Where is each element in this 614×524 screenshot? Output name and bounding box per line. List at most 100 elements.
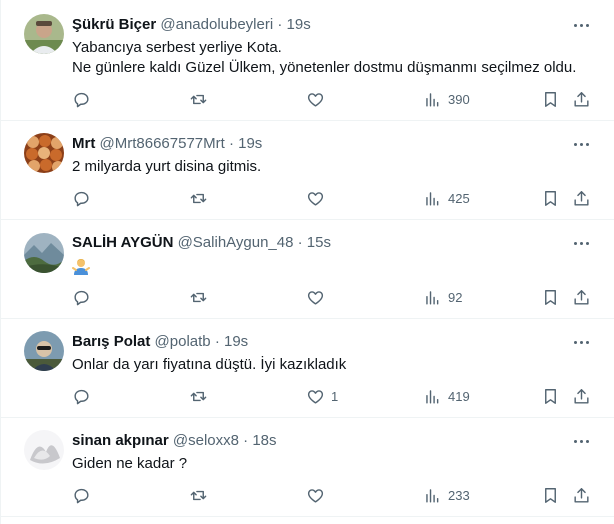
bookmark-icon — [545, 388, 556, 404]
share-button[interactable] — [572, 286, 591, 308]
analytics-icon — [426, 92, 439, 107]
like-button[interactable]: 1 — [306, 385, 338, 407]
views-button[interactable]: 233 — [423, 484, 470, 506]
reply-button[interactable] — [72, 187, 91, 209]
bookmark-button[interactable] — [541, 385, 560, 407]
views-button[interactable]: 425 — [423, 187, 470, 209]
retweet-button[interactable] — [189, 385, 208, 407]
tweet[interactable]: Şükrü Biçer @anadolubeyleri · 19s Yabanc… — [1, 0, 614, 121]
retweet-button[interactable] — [189, 187, 208, 209]
retweet-button[interactable] — [189, 88, 208, 110]
username[interactable]: @SalihAygun_48 — [178, 234, 294, 251]
retweet-icon — [190, 391, 207, 401]
like-button[interactable] — [306, 88, 331, 110]
more-options-icon[interactable] — [570, 431, 592, 451]
share-icon — [574, 91, 589, 107]
retweet-icon — [190, 94, 207, 104]
reply-button[interactable] — [72, 484, 91, 506]
heart-icon — [307, 290, 324, 305]
views-button[interactable]: 390 — [423, 88, 470, 110]
timestamp[interactable]: 18s — [252, 432, 276, 449]
bookmark-button[interactable] — [541, 88, 560, 110]
display-name[interactable]: Şükrü Biçer — [72, 16, 156, 33]
tweet-text: Yabancıya serbest yerliye Kota. Ne günle… — [72, 38, 594, 78]
share-button[interactable] — [572, 484, 591, 506]
display-name[interactable]: Mrt — [72, 135, 95, 152]
tweet[interactable]: sinan akpınar @seloxx8 · 18s Giden ne ka… — [1, 418, 614, 517]
separator-dot: · — [214, 333, 220, 350]
reply-button[interactable] — [72, 88, 91, 110]
person-shrugging-emoji — [72, 256, 90, 276]
reply-icon — [74, 488, 89, 503]
tweet[interactable]: Mrt @Mrt86667577Mrt · 19s 2 milyarda yur… — [1, 121, 614, 220]
avatar[interactable] — [24, 133, 64, 173]
retweet-icon — [190, 292, 207, 302]
view-count: 233 — [448, 487, 470, 503]
display-name[interactable]: SALİH AYGÜN — [72, 234, 173, 251]
tweet[interactable]: SALİH AYGÜN @SalihAygun_48 · 15s 92 — [1, 220, 614, 319]
bookmark-button[interactable] — [541, 187, 560, 209]
reply-button[interactable] — [72, 286, 91, 308]
timestamp[interactable]: 19s — [238, 135, 262, 152]
reply-icon — [74, 92, 89, 107]
bookmark-button[interactable] — [541, 286, 560, 308]
retweet-button[interactable] — [189, 484, 208, 506]
more-options-icon[interactable] — [570, 134, 592, 154]
tweet-actions: 92 — [72, 286, 596, 308]
username[interactable]: @seloxx8 — [173, 432, 239, 449]
bookmark-icon — [545, 289, 556, 305]
share-button[interactable] — [572, 385, 591, 407]
heart-icon — [307, 92, 324, 107]
timestamp[interactable]: 19s — [224, 333, 248, 350]
display-name[interactable]: sinan akpınar — [72, 432, 169, 449]
share-icon — [574, 190, 589, 206]
tweet-actions: 425 — [72, 187, 596, 209]
more-options-icon[interactable] — [570, 332, 592, 352]
tweet-header: sinan akpınar @seloxx8 · 18s — [72, 431, 574, 451]
view-count: 92 — [448, 289, 463, 305]
separator-dot: · — [243, 432, 249, 449]
retweet-icon — [190, 193, 207, 203]
views-button[interactable]: 419 — [423, 385, 470, 407]
more-options-icon[interactable] — [570, 233, 592, 253]
views-button[interactable]: 92 — [423, 286, 462, 308]
more-options-icon[interactable] — [570, 15, 592, 35]
username[interactable]: @Mrt86667577Mrt — [100, 135, 225, 152]
like-button[interactable] — [306, 286, 331, 308]
reply-feed: Şükrü Biçer @anadolubeyleri · 19s Yabanc… — [0, 0, 614, 524]
username[interactable]: @polatb — [155, 333, 211, 350]
view-count: 419 — [448, 388, 470, 404]
view-count: 425 — [448, 190, 470, 206]
share-button[interactable] — [572, 88, 591, 110]
avatar[interactable] — [24, 233, 64, 273]
bookmark-icon — [545, 190, 556, 206]
bookmark-icon — [545, 91, 556, 107]
analytics-icon — [426, 389, 439, 404]
like-button[interactable] — [306, 484, 331, 506]
avatar[interactable] — [24, 430, 64, 470]
reply-button[interactable] — [72, 385, 91, 407]
timestamp[interactable]: 15s — [307, 234, 331, 251]
like-button[interactable] — [306, 187, 331, 209]
tweet-actions: 390 — [72, 88, 596, 110]
like-count: 1 — [331, 388, 339, 404]
tweet-text-line: Giden ne kadar ? — [72, 455, 188, 472]
tweet-actions: 233 — [72, 484, 596, 506]
share-button[interactable] — [572, 187, 591, 209]
separator-dot: · — [277, 16, 283, 33]
tweet-text: 2 milyarda yurt disina gitmis. — [72, 157, 594, 177]
retweet-icon — [190, 490, 207, 500]
avatar[interactable] — [24, 331, 64, 371]
tweet[interactable]: Barış Polat @polatb · 19s Onlar da yarı … — [1, 319, 614, 418]
tweet-text-line: Yabancıya serbest yerliye Kota. — [72, 39, 282, 56]
tweet-actions: 1 419 — [72, 385, 596, 407]
separator-dot: · — [297, 234, 303, 251]
username[interactable]: @anadolubeyleri — [160, 16, 273, 33]
analytics-icon — [426, 488, 439, 503]
retweet-button[interactable] — [189, 286, 208, 308]
display-name[interactable]: Barış Polat — [72, 333, 150, 350]
bookmark-button[interactable] — [541, 484, 560, 506]
tweet-text — [72, 256, 594, 282]
avatar[interactable] — [24, 14, 64, 54]
timestamp[interactable]: 19s — [287, 16, 311, 33]
